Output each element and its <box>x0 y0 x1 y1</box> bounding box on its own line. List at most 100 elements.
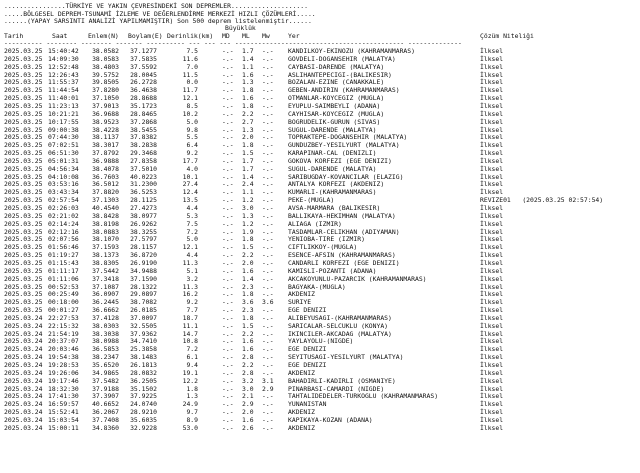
cell-quality: İlksel <box>480 219 504 228</box>
cell-place: BOGRUDELIK-GURUN (SIVAS) <box>288 117 381 126</box>
cell-quality: İlksel <box>480 274 504 283</box>
cell-ml: 1.2 <box>242 219 254 228</box>
cell-quality: İlksel <box>480 164 504 173</box>
cell-quality: İlksel <box>480 353 504 362</box>
cell-quality: İlksel <box>480 337 504 346</box>
cell-md: -.- <box>222 274 234 283</box>
cell-quality: İlksel <box>480 172 504 181</box>
cell-quality: İlksel <box>480 125 504 134</box>
cell-quality: İlksel <box>480 282 504 291</box>
cell-lat: 34.8360 <box>92 423 119 432</box>
cell-ml: 1.1 <box>242 62 254 71</box>
cell-time: 19:17:46 <box>48 376 79 385</box>
cell-time: 10:17:55 <box>48 117 79 126</box>
cell-lat: 38.8198 <box>92 219 119 228</box>
banner-line-3: ......(YAPAY SARSINTI ANALİZİ YAPILMAMIŞ… <box>4 17 312 25</box>
cell-place: AKDENIZ <box>288 423 315 432</box>
cell-quality: İlksel <box>480 384 504 393</box>
cell-quality: REVIZE01 (2025.03.25 02:57:54) <box>480 196 604 205</box>
cell-quality: İlksel <box>480 204 504 212</box>
cell-depth: 7.0 <box>186 62 198 71</box>
cell-ml: 3.2 <box>242 376 254 385</box>
cell-place: KAPIKAYA-KOZAN (ADANA) <box>288 415 373 424</box>
cell-quality: İlksel <box>480 298 504 307</box>
cell-quality: İlksel <box>480 133 504 142</box>
cell-quality: İlksel <box>480 243 504 252</box>
cell-quality: İlksel <box>480 141 504 150</box>
cell-quality: İlksel <box>480 94 504 103</box>
cell-quality: İlksel <box>480 345 504 354</box>
cell-quality: İlksel <box>480 376 504 385</box>
cell-place: AKDENIZ <box>288 290 315 299</box>
table-row: 2025.03.25 02:14:24 38.8198 26.9262 7.5 -.- 1.… <box>0 219 640 228</box>
table-row: 2025.03.24 15:00:11 34.8360 32.9228 53.0 -.- 2… <box>0 423 640 432</box>
table-row: 2025.03.24 19:17:46 37.5482 36.2505 12.2 -.- 3… <box>0 376 640 385</box>
cell-time: 12:52:48 <box>48 62 79 71</box>
cell-quality: İlksel <box>480 70 504 79</box>
cell-depth: 3.2 <box>186 274 198 283</box>
cell-place: BAGYAKA-(MUGLA) <box>288 282 346 291</box>
cell-quality: İlksel <box>480 266 504 275</box>
cell-place: YUNANISTAN <box>288 400 327 409</box>
cell-quality: İlksel <box>480 109 504 118</box>
cell-quality: İlksel <box>480 211 504 220</box>
table-row: 2025.03.25 12:52:48 38.4803 37.5592 7.0 -.- 1.… <box>0 62 640 71</box>
cell-mw: -.- <box>262 423 274 432</box>
cell-date: 2025.03.25 <box>4 62 43 71</box>
cell-place: AKCAKOYUNLU-PAZARCIK (KAHRAMANMARAS) <box>288 274 427 283</box>
cell-md: -.- <box>222 423 234 432</box>
cell-lon: 37.1590 <box>130 274 157 283</box>
cell-quality: İlksel <box>480 423 504 432</box>
cell-depth: 53.0 <box>182 423 198 432</box>
cell-place: CAYBASI-DARENDE (MALATYA) <box>288 62 385 71</box>
cell-quality: İlksel <box>480 47 504 55</box>
cell-time: 15:00:11 <box>48 423 79 432</box>
cell-quality: İlksel <box>480 156 504 165</box>
cell-quality: İlksel <box>480 313 504 322</box>
cell-lat: 37.5482 <box>92 376 119 385</box>
cell-place: BAHADIRLI-KADIRLI (OSMANIYE) <box>288 376 396 385</box>
cell-quality: İlksel <box>480 117 504 126</box>
cell-quality: İlksel <box>480 149 504 158</box>
cell-ml: 1.4 <box>242 274 254 283</box>
cell-date: 2025.03.25 <box>4 274 43 283</box>
cell-quality: İlksel <box>480 368 504 377</box>
cell-date: 2025.03.25 <box>4 117 43 126</box>
cell-quality: İlksel <box>480 361 504 369</box>
cell-ml: 2.6 <box>242 423 254 432</box>
cell-depth: 12.2 <box>182 376 198 385</box>
cell-quality: İlksel <box>480 329 504 338</box>
cell-quality: İlksel <box>480 180 504 189</box>
cell-lon: 32.9228 <box>130 423 157 432</box>
cell-quality: İlksel <box>480 392 504 401</box>
cell-quality: İlksel <box>480 62 504 71</box>
cell-quality: İlksel <box>480 306 504 315</box>
cell-lat: 38.9523 <box>92 117 119 126</box>
cell-mw: -.- <box>262 274 274 283</box>
cell-quality: İlksel <box>480 290 504 299</box>
cell-date: 2025.03.25 <box>4 219 43 228</box>
cell-quality: İlksel <box>480 54 504 63</box>
table-row: 2025.03.25 01:11:06 37.3418 37.1590 3.2 -.- 1.… <box>0 274 640 283</box>
cell-lon: 37.2868 <box>130 117 157 126</box>
table-row: 2025.03.25 10:17:55 38.9523 37.2868 5.0 -.- 2.… <box>0 117 640 126</box>
earthquake-list-page: ................TÜRKİYE VE YAKIN ÇEVRESİ… <box>0 0 640 473</box>
cell-mw: 3.1 <box>262 376 274 385</box>
cell-quality: İlksel <box>480 400 504 409</box>
cell-depth: 5.0 <box>186 117 198 126</box>
cell-place: ALIAGA (IZMIR) <box>288 219 342 228</box>
cell-lon: 37.5592 <box>130 62 157 71</box>
cell-quality: İlksel <box>480 258 504 267</box>
cell-quality: İlksel <box>480 251 504 260</box>
cell-quality: İlksel <box>480 321 504 330</box>
cell-date: 2025.03.24 <box>4 423 43 432</box>
cell-md: -.- <box>222 219 234 228</box>
cell-time: 02:14:24 <box>48 219 79 228</box>
cell-quality: İlksel <box>480 101 504 110</box>
cell-date: 2025.03.24 <box>4 376 43 385</box>
cell-md: -.- <box>222 376 234 385</box>
cell-mw: -.- <box>262 62 274 71</box>
cell-quality: İlksel <box>480 408 504 417</box>
cell-quality: İlksel <box>480 235 504 244</box>
cell-quality: İlksel <box>480 86 504 95</box>
